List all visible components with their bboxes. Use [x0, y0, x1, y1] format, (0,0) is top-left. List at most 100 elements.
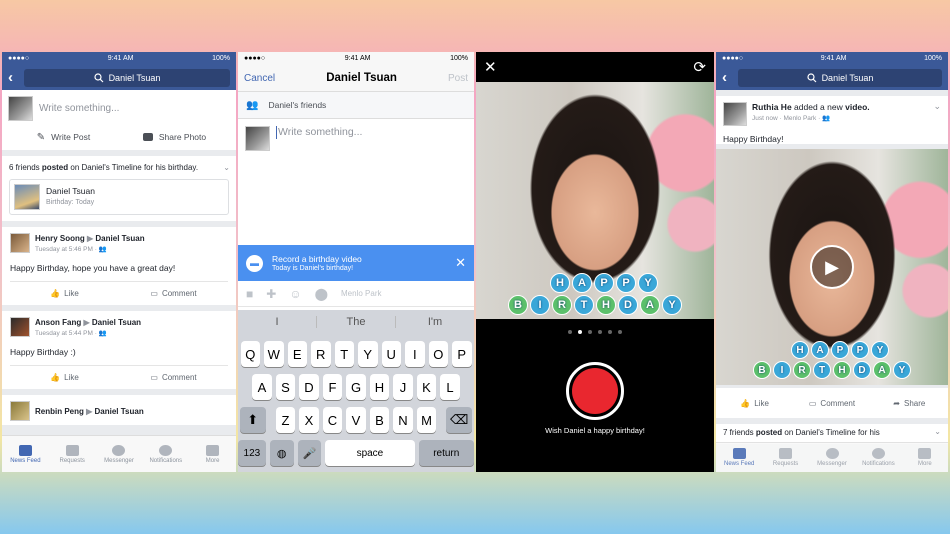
page-dot[interactable] — [568, 330, 572, 334]
tag-friends-icon[interactable]: ✚ — [266, 287, 276, 301]
tab-notifications[interactable]: Notifications — [142, 436, 189, 472]
space-key[interactable]: space — [325, 440, 415, 466]
key[interactable]: N — [393, 407, 413, 433]
key[interactable]: C — [322, 407, 343, 433]
key[interactable]: H — [369, 374, 390, 400]
key[interactable]: Z — [275, 407, 296, 433]
posted-word: posted — [755, 428, 783, 437]
post-text-input[interactable]: Write something... — [276, 126, 362, 139]
birthday-card[interactable]: Daniel Tsuan Birthday: Today — [9, 179, 229, 215]
location-pin-icon[interactable]: ⬤ — [315, 287, 328, 301]
chevron-down-icon[interactable]: ⌄ — [933, 101, 941, 112]
page-dot[interactable] — [608, 330, 612, 334]
audience-selector[interactable]: 👥 Daniel's friends — [238, 92, 474, 119]
post-author[interactable]: Ruthia He — [752, 102, 792, 112]
comment-button[interactable]: ▭ Comment — [119, 289, 228, 298]
globe-icon[interactable]: ◍ — [269, 440, 294, 466]
back-chevron-icon[interactable]: ‹ — [8, 69, 24, 86]
back-chevron-icon[interactable]: ‹ — [722, 69, 738, 86]
key[interactable]: B — [369, 407, 390, 433]
key[interactable]: T — [334, 341, 354, 367]
post-target[interactable]: Daniel Tsuan — [95, 234, 144, 243]
composer: Write something... ✎ Write Post Share Ph… — [2, 90, 236, 150]
key[interactable]: Y — [358, 341, 378, 367]
tab-requests[interactable]: Requests — [762, 443, 808, 472]
like-button[interactable]: 👍 Like — [10, 289, 119, 298]
chevron-down-icon[interactable]: ⌄ — [223, 162, 230, 173]
key[interactable]: F — [322, 374, 343, 400]
return-key[interactable]: return — [418, 440, 474, 466]
key[interactable]: L — [440, 374, 460, 400]
page-dot[interactable] — [618, 330, 622, 334]
key[interactable]: V — [346, 407, 366, 433]
post-target[interactable]: Daniel Tsuan — [95, 407, 144, 416]
key[interactable]: E — [287, 341, 307, 367]
birthday-video-banner[interactable]: ▬ Record a birthday video Today is Danie… — [238, 245, 474, 281]
post-author[interactable]: Henry Soong — [35, 234, 85, 243]
key[interactable]: G — [346, 374, 366, 400]
post-author[interactable]: Anson Fang — [35, 318, 81, 327]
key[interactable]: A — [252, 374, 272, 400]
backspace-icon[interactable]: ⌫ — [446, 407, 473, 433]
emoji-icon[interactable]: ☺ — [289, 287, 301, 301]
post-author[interactable]: Renbin Peng — [35, 407, 84, 416]
write-post-button[interactable]: ✎ Write Post — [8, 132, 119, 143]
microphone-icon[interactable]: 🎤 — [297, 440, 322, 466]
key[interactable]: W — [264, 341, 284, 367]
tab-messenger[interactable]: Messenger — [809, 443, 855, 472]
key[interactable]: Q — [240, 341, 260, 367]
camera-icon[interactable]: ■ — [246, 287, 253, 301]
numbers-key[interactable]: 123 — [238, 440, 266, 466]
like-button[interactable]: 👍 Like — [10, 373, 119, 382]
cancel-button[interactable]: Cancel — [244, 73, 275, 84]
tab-requests[interactable]: Requests — [49, 436, 96, 472]
shift-icon[interactable]: ⬆ — [239, 407, 266, 433]
video-player[interactable]: ▶ H A P P Y B I R T H D A Y — [716, 149, 948, 385]
key[interactable]: P — [452, 341, 472, 367]
tab-label: Requests — [59, 457, 85, 464]
key[interactable]: D — [299, 374, 319, 400]
sticker-letter: T — [574, 295, 594, 315]
post-target[interactable]: Daniel Tsuan — [92, 318, 141, 327]
key[interactable]: K — [416, 374, 437, 400]
close-icon[interactable]: ✕ — [455, 255, 466, 271]
key[interactable]: M — [416, 407, 437, 433]
share-photo-button[interactable]: Share Photo — [119, 132, 230, 142]
friends-posted-story[interactable]: 7 friends posted on Daniel's Timeline fo… — [716, 424, 948, 444]
suggestion[interactable]: The — [317, 316, 396, 328]
tab-messenger[interactable]: Messenger — [96, 436, 143, 472]
key[interactable]: U — [381, 341, 401, 367]
chevron-down-icon[interactable]: ⌄ — [934, 427, 941, 436]
key[interactable]: I — [405, 341, 425, 367]
record-button[interactable] — [566, 362, 624, 420]
close-icon[interactable]: ✕ — [484, 58, 497, 76]
page-dot[interactable] — [598, 330, 602, 334]
page-dot-active[interactable] — [578, 330, 582, 334]
friends-posted-story[interactable]: 6 friends posted on Daniel's Timeline fo… — [2, 156, 236, 221]
suggestion[interactable]: I'm — [396, 316, 474, 328]
key[interactable]: J — [393, 374, 413, 400]
key[interactable]: R — [311, 341, 331, 367]
switch-camera-icon[interactable]: ⟳ — [693, 58, 706, 76]
tab-news-feed[interactable]: News Feed — [2, 436, 49, 472]
composer-input[interactable]: Write something... — [39, 103, 119, 114]
post-action-object[interactable]: video. — [845, 102, 870, 112]
tab-more[interactable]: More — [902, 443, 948, 472]
search-bar[interactable]: Daniel Tsuan — [738, 68, 942, 87]
tab-more[interactable]: More — [189, 436, 236, 472]
key[interactable]: S — [275, 374, 296, 400]
post-place[interactable]: Menlo Park — [783, 115, 816, 122]
tab-notifications[interactable]: Notifications — [855, 443, 901, 472]
like-button[interactable]: 👍 Like — [716, 399, 793, 408]
comment-button[interactable]: ▭ Comment — [119, 373, 228, 382]
comment-button[interactable]: ▭ Comment — [793, 399, 870, 408]
suggestion[interactable]: I — [238, 316, 317, 328]
share-button[interactable]: ➦ Share — [871, 399, 948, 408]
page-dot[interactable] — [588, 330, 592, 334]
search-bar[interactable]: Daniel Tsuan — [24, 68, 230, 87]
key[interactable]: X — [299, 407, 319, 433]
key[interactable]: O — [428, 341, 448, 367]
post-button[interactable]: Post — [448, 73, 468, 84]
play-icon[interactable]: ▶ — [810, 245, 854, 289]
tab-news-feed[interactable]: News Feed — [716, 443, 762, 472]
